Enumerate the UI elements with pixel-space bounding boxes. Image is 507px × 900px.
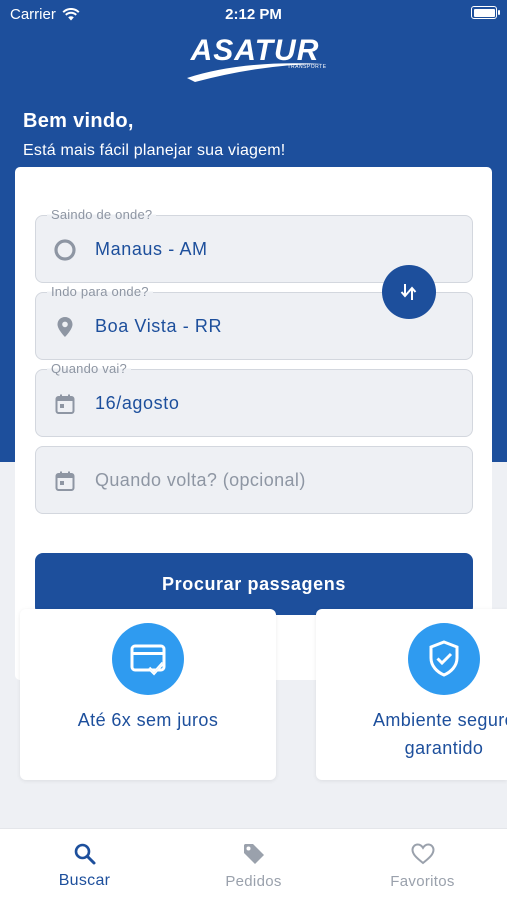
- origin-value: Manaus - AM: [95, 239, 208, 259]
- heart-icon: [411, 843, 435, 865]
- location-pin-icon: [57, 317, 73, 337]
- destination-value: Boa Vista - RR: [95, 316, 223, 336]
- feature-text-line1: Ambiente seguro: [372, 710, 507, 730]
- feature-icon-circle: [408, 623, 480, 695]
- swap-arrows-icon: [400, 284, 417, 300]
- swap-locations-button[interactable]: [382, 265, 436, 319]
- tag-icon: [244, 844, 264, 864]
- feature-card-installments: Até 6x sem juros: [20, 609, 276, 780]
- departure-label: Quando vai?: [47, 361, 131, 376]
- welcome-subtitle: Está mais fácil planejar sua viagem!: [23, 142, 286, 159]
- welcome-section: Bem vindo, Está mais fácil planejar sua …: [23, 110, 285, 160]
- feature-card-security: Ambiente seguro garantido: [316, 609, 507, 780]
- svg-text:TRANSPORTE: TRANSPORTE: [287, 64, 326, 70]
- battery-icon: [471, 6, 500, 19]
- search-icon: [74, 843, 96, 865]
- search-tickets-button[interactable]: Procurar passagens: [35, 553, 473, 615]
- tab-buscar[interactable]: Buscar: [0, 829, 169, 900]
- return-placeholder: Quando volta? (opcional): [95, 470, 306, 490]
- card-check-icon: [130, 644, 166, 676]
- svg-text:ASATUR: ASATUR: [190, 34, 320, 67]
- feature-text-line2: garantido: [404, 738, 484, 758]
- bottom-tab-bar: Buscar Pedidos Favoritos: [0, 828, 507, 900]
- tab-label: Favoritos: [390, 873, 455, 890]
- feature-icon-circle: [112, 623, 184, 695]
- asatur-logo: ASATUR TRANSPORTE: [187, 34, 326, 82]
- destination-label: Indo para onde?: [47, 284, 153, 299]
- return-date-field[interactable]: Quando volta? (opcional): [35, 446, 473, 514]
- departure-date-field[interactable]: Quando vai? 16/agosto: [35, 361, 473, 437]
- tab-label: Buscar: [58, 872, 111, 889]
- status-bar: Carrier 2:12 PM: [0, 0, 507, 28]
- departure-value: 16/agosto: [95, 393, 180, 413]
- tab-label: Pedidos: [225, 873, 282, 890]
- tab-pedidos[interactable]: Pedidos: [169, 829, 338, 900]
- radio-circle-icon: [54, 239, 76, 261]
- calendar-icon: [55, 471, 75, 491]
- feature-text: Ambiente seguro garantido: [316, 706, 507, 762]
- feature-text: Até 6x sem juros: [77, 710, 219, 730]
- shield-check-icon: [429, 640, 459, 677]
- tab-favoritos[interactable]: Favoritos: [338, 829, 507, 900]
- calendar-icon: [55, 394, 75, 414]
- clock: 2:12 PM: [225, 6, 282, 23]
- origin-label: Saindo de onde?: [47, 207, 157, 222]
- welcome-title: Bem vindo,: [23, 110, 134, 132]
